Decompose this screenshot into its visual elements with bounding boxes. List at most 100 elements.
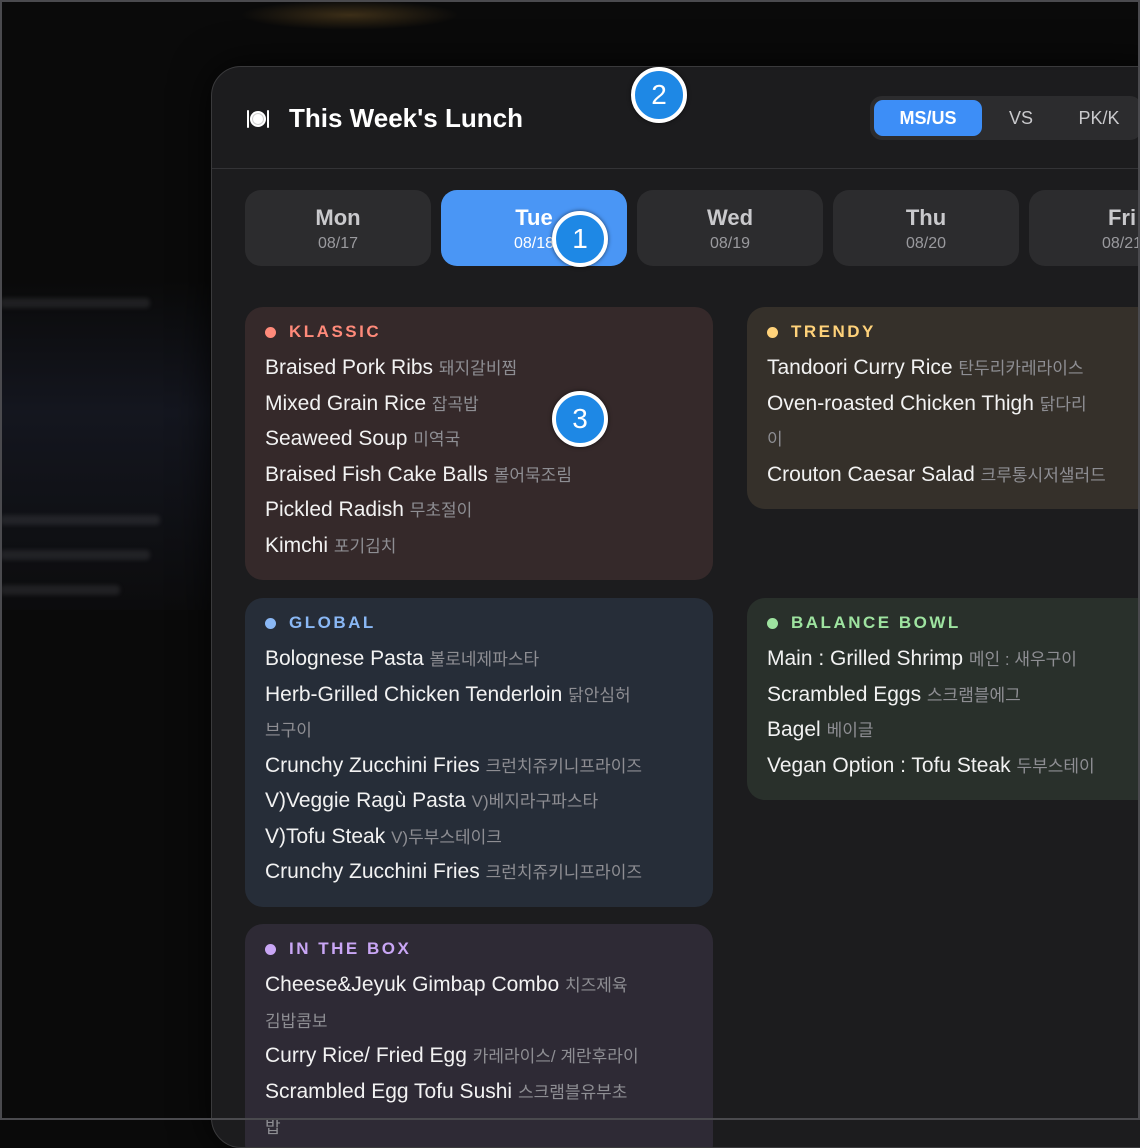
menu-item-english: Scrambled Eggs bbox=[767, 682, 922, 706]
category-dot-icon bbox=[265, 617, 276, 629]
day-name: Thu bbox=[905, 205, 947, 230]
menu-item: V)Tofu Steak V)두부스테이크 bbox=[265, 820, 693, 856]
menu-item: Vegan Option : Tofu Steak 두부스테이 bbox=[767, 749, 1140, 785]
background-text-blur bbox=[0, 585, 120, 595]
menu-item: Curry Rice/ Fried Egg 카레라이스/ 계란후라이 bbox=[265, 1039, 693, 1075]
card-header: IN THE BOX bbox=[265, 938, 693, 960]
background-text-blur bbox=[0, 298, 150, 308]
menu-item-korean: 김밥콤보 bbox=[265, 1011, 328, 1031]
day-tab-wed[interactable]: Wed 08/19 bbox=[637, 190, 823, 266]
menu-item: Main : Grilled Shrimp 메인 : 새우구이 bbox=[767, 642, 1140, 678]
day-date: 08/20 bbox=[905, 235, 947, 252]
menu-item-korean: 메인 : 새우구이 bbox=[968, 650, 1077, 669]
menu-item: Braised Fish Cake Balls 볼어묵조림 bbox=[265, 458, 693, 494]
category-dot-icon bbox=[767, 617, 778, 629]
menu-item: Braised Pork Ribs 돼지갈비찜 bbox=[265, 351, 693, 387]
menu-item-english: Vegan Option : Tofu Steak bbox=[767, 753, 1011, 777]
day-date: 08/21 bbox=[1101, 235, 1140, 252]
menu-item-english: Crouton Caesar Salad bbox=[767, 462, 975, 486]
menu-item: Seaweed Soup 미역국 bbox=[265, 422, 693, 458]
menu-item-korean: 닭안심허 bbox=[568, 685, 631, 705]
card-header: KLASSIC bbox=[265, 321, 693, 343]
background-text-blur bbox=[0, 515, 160, 525]
card-title: BALANCE BOWL bbox=[791, 613, 961, 632]
menu-item: Crunchy Zucchini Fries 크런치쥬키니프라이즈 bbox=[265, 855, 693, 891]
day-tab-fri[interactable]: Fri 08/21 bbox=[1029, 190, 1140, 266]
menu-item: 이 bbox=[767, 422, 1140, 458]
menu-item: Cheese&Jeyuk Gimbap Combo 치즈제육 bbox=[265, 968, 693, 1004]
menu-item-english: Seaweed Soup bbox=[265, 427, 408, 450]
menu-item: 밥 bbox=[265, 1110, 693, 1146]
menu-item-english: Kimchi bbox=[265, 533, 329, 557]
menu-item: Bolognese Pasta 볼로네제파스타 bbox=[265, 642, 693, 678]
step-marker-1: 1 bbox=[552, 211, 608, 267]
background-glow bbox=[240, 0, 460, 30]
lunch-menu-panel: This Week's Lunch MS/US VS PK/K Mon 08/1… bbox=[211, 66, 1140, 1148]
menu-item-english: Main : Grilled Shrimp bbox=[767, 647, 964, 670]
menu-item: Oven-roasted Chicken Thigh 닭다리 bbox=[767, 387, 1140, 423]
day-name: Fri bbox=[1107, 205, 1137, 230]
card-header: BALANCE BOWL bbox=[767, 612, 1140, 634]
step-marker-3: 3 bbox=[552, 391, 608, 447]
card-title: GLOBAL bbox=[289, 613, 376, 632]
menu-item-english: Scrambled Egg Tofu Sushi bbox=[265, 1079, 513, 1103]
step-marker-2: 2 bbox=[631, 67, 687, 123]
day-date: 08/19 bbox=[709, 235, 751, 252]
menu-item: V)Veggie Ragù Pasta V)베지라구파스타 bbox=[265, 784, 693, 820]
menu-item-english: V)Tofu Steak bbox=[265, 824, 386, 848]
tab-pk-k[interactable]: PK/K bbox=[1060, 100, 1138, 136]
card-title: TRENDY bbox=[791, 322, 876, 341]
menu-item-korean: 볼어묵조림 bbox=[493, 465, 572, 485]
menu-item-korean: 미역국 bbox=[413, 430, 461, 449]
menu-item-korean: 크런치쥬키니프라이즈 bbox=[485, 863, 642, 882]
day-name: Mon bbox=[315, 205, 361, 230]
menu-item-korean: 스크램블에그 bbox=[926, 685, 1021, 705]
menu-item-korean: 카레라이스/ 계란후라이 bbox=[472, 1047, 639, 1066]
category-dot-icon bbox=[265, 943, 276, 955]
menu-item: Kimchi 포기김치 bbox=[265, 529, 693, 565]
card-title: IN THE BOX bbox=[289, 939, 412, 958]
menu-item-korean: 잡곡밥 bbox=[431, 394, 479, 414]
menu-item: Mixed Grain Rice 잡곡밥 bbox=[265, 387, 693, 423]
background-blur bbox=[0, 280, 210, 610]
menu-item-korean: 포기김치 bbox=[333, 536, 397, 556]
menu-item-english: Herb-Grilled Chicken Tenderloin bbox=[265, 682, 563, 706]
tab-ms-us[interactable]: MS/US bbox=[874, 100, 982, 136]
menu-item: Scrambled Egg Tofu Sushi 스크램블유부초 bbox=[265, 1075, 693, 1111]
menu-item-english: Mixed Grain Rice bbox=[265, 391, 427, 415]
menu-item-korean: 탄두리카레라이스 bbox=[958, 359, 1084, 378]
menu-item: Herb-Grilled Chicken Tenderloin 닭안심허 bbox=[265, 678, 693, 714]
card-title: KLASSIC bbox=[289, 322, 382, 341]
menu-item-english: Crunchy Zucchini Fries bbox=[265, 860, 480, 883]
menu-item: 브구이 bbox=[265, 713, 693, 749]
menu-card-in-the-box: IN THE BOX Cheese&Jeyuk Gimbap Combo 치즈제육… bbox=[245, 924, 713, 1147]
day-tab-thu[interactable]: Thu 08/20 bbox=[833, 190, 1019, 266]
page-title: This Week's Lunch bbox=[289, 103, 523, 133]
menu-item: 김밥콤보 bbox=[265, 1004, 693, 1040]
menu-item: Pickled Radish 무초절이 bbox=[265, 493, 693, 529]
category-dot-icon bbox=[265, 326, 276, 338]
menu-item-korean: 볼로네제파스타 bbox=[429, 650, 540, 669]
category-dot-icon bbox=[767, 326, 778, 338]
menu-item-korean: 두부스테이 bbox=[1016, 756, 1095, 776]
menu-card-trendy: TRENDY Tandoori Curry Rice 탄두리카레라이스 Oven-r… bbox=[747, 307, 1140, 509]
menu-item-english: Tandoori Curry Rice bbox=[767, 356, 953, 379]
menu-item-korean: 스크램블유부초 bbox=[517, 1082, 628, 1102]
day-name: Wed bbox=[706, 205, 754, 230]
menu-item-korean: 이 bbox=[767, 430, 783, 449]
tab-vs[interactable]: VS bbox=[986, 100, 1056, 136]
menu-item-english: Braised Pork Ribs bbox=[265, 356, 434, 379]
plate-cutlery-icon bbox=[247, 110, 269, 128]
menu-item-english: Pickled Radish bbox=[265, 498, 404, 521]
menu-card-global: GLOBAL Bolognese Pasta 볼로네제파스타 Herb-Grille… bbox=[245, 598, 713, 907]
menu-item-korean: 크루통시저샐러드 bbox=[980, 465, 1106, 485]
menu-item-english: Bagel bbox=[767, 718, 821, 741]
menu-item: Crunchy Zucchini Fries 크런치쥬키니프라이즈 bbox=[265, 749, 693, 785]
menu-item-korean: 브구이 bbox=[265, 721, 312, 740]
menu-item-korean: 크런치쥬키니프라이즈 bbox=[485, 756, 642, 776]
background-text-blur bbox=[0, 550, 150, 560]
day-tab-mon[interactable]: Mon 08/17 bbox=[245, 190, 431, 266]
menu-item-english: V)Veggie Ragù Pasta bbox=[265, 789, 466, 812]
menu-item-korean: 닭다리 bbox=[1039, 394, 1087, 414]
menu-item-korean: 밥 bbox=[265, 1118, 281, 1137]
